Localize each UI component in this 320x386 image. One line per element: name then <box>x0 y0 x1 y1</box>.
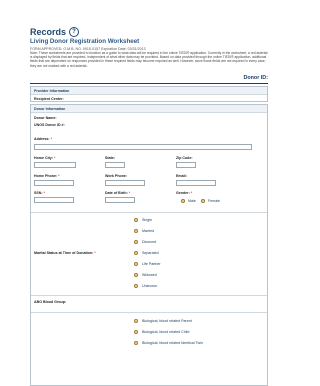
marital-widowed-radio[interactable] <box>134 273 138 277</box>
abo-blood-group-label: ABO Blood Group: <box>34 300 67 304</box>
home-phone-input[interactable] <box>34 180 74 186</box>
related-child-label: Biological, blood related Child <box>142 330 190 334</box>
related-twin-radio[interactable] <box>134 341 138 345</box>
related-parent-label: Biological, blood related Parent <box>142 319 192 323</box>
marital-married-label: Married <box>142 229 155 233</box>
unos-donor-id-label: UNOS Donor ID #: <box>34 123 65 127</box>
marital-widowed-label: Widowed <box>142 273 157 277</box>
page-title: Records <box>30 27 67 37</box>
state-input[interactable] <box>105 162 125 168</box>
section-divider <box>31 212 267 213</box>
gender-female-radio[interactable] <box>201 199 205 203</box>
home-phone-label: Home Phone: * <box>34 174 60 178</box>
address-input[interactable] <box>34 144 252 150</box>
marital-life-partner-radio[interactable] <box>134 262 138 266</box>
section-divider <box>31 312 267 313</box>
marital-divorced-radio[interactable] <box>134 240 138 244</box>
work-phone-input[interactable] <box>105 180 145 186</box>
marital-life-partner-label: Life Partner <box>142 262 161 266</box>
worksheet-note: Note: These worksheets are provided to f… <box>30 51 268 68</box>
provider-section-header: Provider Information <box>31 87 267 95</box>
marital-single-radio[interactable] <box>134 218 138 222</box>
recipient-center-label: Recipient Center: <box>34 97 64 101</box>
section-divider <box>31 295 267 296</box>
dob-input[interactable] <box>105 197 135 203</box>
gender-label: Gender: * <box>176 191 193 195</box>
email-label: Email: <box>176 174 187 178</box>
worksheet-subtitle: Living Donor Registration Worksheet <box>30 38 140 45</box>
ssn-input[interactable] <box>34 197 74 203</box>
provider-section: Provider Information Recipient Center: <box>30 86 268 102</box>
header-divider <box>30 83 268 84</box>
zip-code-input[interactable] <box>176 162 196 168</box>
donor-section: Donor Information Donor Name: UNOS Donor… <box>30 104 268 386</box>
home-city-label: Home City: * <box>34 156 56 160</box>
donor-id-label: Donor ID: <box>243 75 268 81</box>
address-label: Address: * <box>34 137 52 141</box>
dob-label: Date of Birth: * <box>105 191 131 195</box>
donor-name-label: Donor Name: <box>34 116 57 120</box>
zip-code-label: Zip Code: <box>176 156 193 160</box>
related-child-radio[interactable] <box>134 330 138 334</box>
home-city-input[interactable] <box>34 162 76 168</box>
marital-divorced-label: Divorced <box>142 240 157 244</box>
marital-single-label: Single <box>142 218 152 222</box>
help-icon[interactable]: ? <box>69 27 80 37</box>
marital-unknown-radio[interactable] <box>134 284 138 288</box>
marital-status-label: Marital Status at Time of Donation: * <box>34 251 96 255</box>
related-parent-radio[interactable] <box>134 319 138 323</box>
email-input[interactable] <box>176 180 216 186</box>
related-twin-label: Biological, blood related Identical Twin <box>142 341 203 345</box>
ssn-label: SSN: * <box>34 191 45 195</box>
gender-female-label: Female <box>208 199 220 203</box>
gender-male-radio[interactable] <box>181 199 185 203</box>
work-phone-label: Work Phone: <box>105 174 128 178</box>
marital-unknown-label: Unknown <box>142 284 157 288</box>
state-label: State: <box>105 156 115 160</box>
gender-male-label: Male <box>188 199 196 203</box>
marital-married-radio[interactable] <box>134 229 138 233</box>
marital-separated-radio[interactable] <box>134 251 138 255</box>
marital-separated-label: Separated <box>142 251 159 255</box>
donor-section-header: Donor Information <box>31 105 267 113</box>
page-title-row: Records ? <box>30 27 80 37</box>
